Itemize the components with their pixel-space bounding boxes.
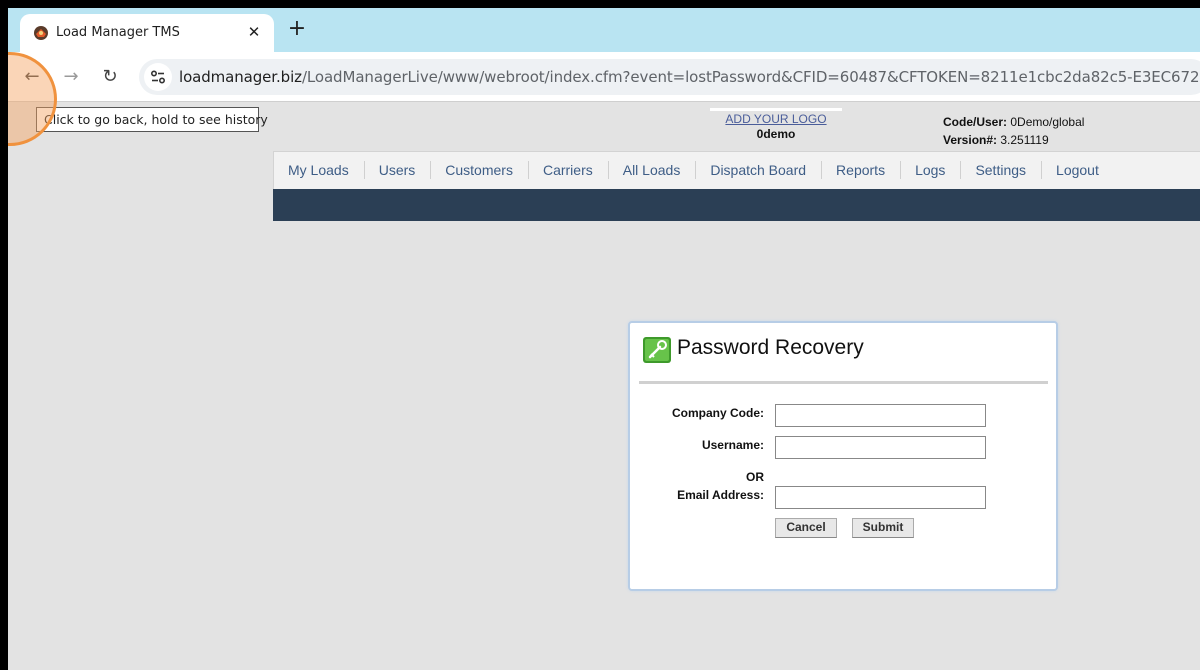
tab-strip: Load Manager TMS ✕ +: [8, 8, 1200, 52]
page-content: ADD YOUR LOGO 0demo Code/User: 0Demo/glo…: [8, 103, 1200, 670]
email-input[interactable]: [775, 486, 986, 509]
url-text: loadmanager.biz/LoadManagerLive/www/webr…: [179, 68, 1200, 86]
account-info: Code/User: 0Demo/global Version#: 3.2511…: [943, 113, 1084, 149]
main-menu: My Loads Users Customers Carriers All Loads D…: [273, 151, 1200, 189]
add-logo-link[interactable]: ADD YOUR LOGO: [710, 108, 842, 126]
menu-item-my-loads[interactable]: My Loads: [280, 161, 365, 179]
menu-item-reports[interactable]: Reports: [828, 161, 902, 179]
menu-item-users[interactable]: Users: [371, 161, 432, 179]
menu-item-dispatch-board[interactable]: Dispatch Board: [702, 161, 823, 179]
reload-button[interactable]: ↻: [96, 63, 124, 91]
close-icon[interactable]: ✕: [244, 22, 264, 42]
address-bar[interactable]: loadmanager.biz/LoadManagerLive/www/webr…: [139, 59, 1200, 95]
menu-item-logs[interactable]: Logs: [907, 161, 962, 179]
username-input[interactable]: [775, 436, 986, 459]
nav-band: [273, 189, 1200, 221]
submit-button[interactable]: Submit: [852, 518, 914, 538]
tab-load-manager[interactable]: Load Manager TMS ✕: [20, 14, 274, 52]
forward-button[interactable]: →: [57, 63, 85, 91]
version-value: 3.251119: [1000, 133, 1049, 147]
panel-title: Password Recovery: [677, 336, 864, 359]
version-label: Version#:: [943, 133, 998, 147]
menu-item-carriers[interactable]: Carriers: [535, 161, 609, 179]
back-tooltip: Click to go back, hold to see history: [36, 107, 268, 132]
menu-item-logout[interactable]: Logout: [1048, 161, 1114, 179]
browser-toolbar: ← → ↻ loadmanager.biz/LoadManagerLive/ww…: [8, 52, 1200, 102]
site-info-button[interactable]: [144, 63, 172, 91]
back-button[interactable]: ←: [18, 63, 46, 91]
tab-title: Load Manager TMS: [56, 25, 180, 40]
logo-favicon-icon: [34, 26, 48, 40]
browser-window: Load Manager TMS ✕ + ← → ↻ loadmanager.b…: [8, 8, 1200, 670]
company-code-label: Company Code:: [671, 406, 764, 420]
new-tab-button[interactable]: +: [286, 18, 308, 41]
cancel-button[interactable]: Cancel: [775, 518, 837, 538]
title-divider: [639, 381, 1048, 384]
password-recovery-panel: Password Recovery Company Code: Username…: [628, 321, 1058, 591]
key-icon: [643, 337, 671, 363]
code-user-value: 0Demo/global: [1010, 115, 1085, 129]
menu-item-settings[interactable]: Settings: [967, 161, 1043, 179]
email-label: Email Address:: [677, 488, 764, 502]
url-host: loadmanager.biz: [179, 68, 302, 86]
company-code-display: 0demo: [756, 127, 796, 141]
tune-icon: [151, 70, 166, 84]
username-label: Username:: [701, 438, 764, 452]
menu-item-all-loads[interactable]: All Loads: [615, 161, 697, 179]
or-label: OR: [746, 470, 764, 484]
company-code-input[interactable]: [775, 404, 986, 427]
url-path: /LoadManagerLive/www/webroot/index.cfm?e…: [301, 68, 1200, 86]
menu-item-customers[interactable]: Customers: [437, 161, 529, 179]
code-user-label: Code/User:: [943, 115, 1008, 129]
